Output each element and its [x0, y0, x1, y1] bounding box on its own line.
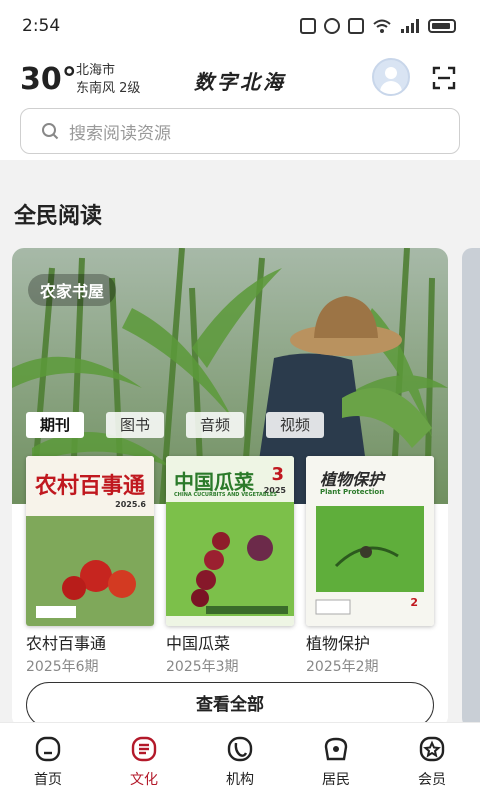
- magazine-cover[interactable]: 农村百事通 2025.6: [26, 456, 154, 626]
- header: 30° 北海市 东南风 2级 数字北海 搜索阅读资源: [0, 56, 480, 160]
- search-icon: [42, 123, 59, 140]
- nav-label: 居民: [322, 772, 350, 788]
- magazine-issue: 2025年2期: [306, 659, 379, 675]
- cover-number: 2: [410, 596, 418, 609]
- member-icon: [419, 736, 445, 762]
- magazine-name: 农村百事通: [26, 634, 107, 653]
- wind: 东南风 2级: [76, 81, 141, 96]
- nav-label: 会员: [418, 772, 446, 788]
- app-logo: 数字北海: [194, 70, 286, 94]
- magazine-issue: 2025年6期: [26, 659, 99, 675]
- reading-card: 农家书屋 期刊 图书 音频 视频 农村百事通 2025.6 农村百事通 2025…: [12, 248, 448, 728]
- resident-icon: [324, 737, 348, 761]
- nav-institution[interactable]: 机构: [192, 723, 288, 800]
- magazine-name: 植物保护: [306, 634, 371, 653]
- cover-number: 2025.6: [115, 500, 146, 509]
- cover-subtitle: Plant Protection: [320, 488, 385, 496]
- home-icon: [35, 736, 61, 762]
- nfc-icon: [300, 18, 316, 34]
- city: 北海市: [76, 63, 116, 78]
- tab-periodicals[interactable]: 期刊: [26, 412, 85, 438]
- vibrate-icon: [348, 18, 364, 34]
- cover-number: 3: [271, 464, 284, 485]
- weather-info: 北海市 东南风 2级: [76, 62, 140, 98]
- alarm-icon: [324, 18, 340, 34]
- search-placeholder: 搜索阅读资源: [69, 123, 171, 144]
- cover-subtitle: CHINA CUCURBITS AND VEGETABLES: [174, 492, 277, 498]
- tab-books[interactable]: 图书: [106, 412, 165, 438]
- next-card-preview[interactable]: [462, 248, 480, 728]
- status-time: 2:54: [22, 16, 61, 36]
- cover-title: 植物保护: [320, 470, 385, 489]
- culture-icon: [131, 736, 157, 762]
- wifi-icon: [373, 19, 391, 33]
- institution-icon: [227, 736, 253, 762]
- nav-culture[interactable]: 文化: [96, 723, 192, 800]
- magazine-issue: 2025年3期: [166, 659, 239, 675]
- avatar[interactable]: [372, 58, 410, 96]
- nav-label: 首页: [34, 772, 62, 788]
- section-title: 全民阅读: [14, 204, 103, 229]
- magazine-item[interactable]: 植物保护 Plant Protection 2 植物保护 2025年2期: [306, 456, 434, 676]
- nav-member[interactable]: 会员: [384, 723, 480, 800]
- cover-title: 农村百事通: [34, 473, 145, 499]
- signal-icon: [401, 19, 419, 33]
- status-bar: 2:54: [0, 0, 480, 56]
- magazine-item[interactable]: 农村百事通 2025.6 农村百事通 2025年6期: [26, 456, 154, 676]
- tab-audio[interactable]: 音频: [186, 412, 245, 438]
- magazine-name: 中国瓜菜: [166, 634, 231, 653]
- scan-icon[interactable]: [432, 66, 456, 90]
- badge-farm-library: 农家书屋: [28, 274, 117, 306]
- bottom-nav: 首页 文化 机构 居民 会员: [0, 722, 480, 800]
- nav-home[interactable]: 首页: [0, 723, 96, 800]
- status-icons: [300, 18, 456, 34]
- search-input[interactable]: 搜索阅读资源: [20, 108, 460, 154]
- nav-label: 机构: [226, 772, 254, 788]
- magazine-cover[interactable]: 植物保护 Plant Protection 2: [306, 456, 434, 626]
- content-tabs: 期刊 图书 音频 视频: [26, 412, 325, 438]
- magazine-list: 农村百事通 2025.6 农村百事通 2025年6期 中国瓜菜 3 2025 C…: [12, 456, 448, 728]
- magazine-item[interactable]: 中国瓜菜 3 2025 CHINA CUCURBITS AND VEGETABL…: [166, 456, 294, 676]
- magazine-cover[interactable]: 中国瓜菜 3 2025 CHINA CUCURBITS AND VEGETABL…: [166, 456, 294, 626]
- temperature: 30°: [20, 62, 77, 97]
- tab-video[interactable]: 视频: [266, 412, 325, 438]
- nav-label: 文化: [130, 772, 158, 788]
- nav-resident[interactable]: 居民: [288, 723, 384, 800]
- battery-icon: [428, 19, 456, 33]
